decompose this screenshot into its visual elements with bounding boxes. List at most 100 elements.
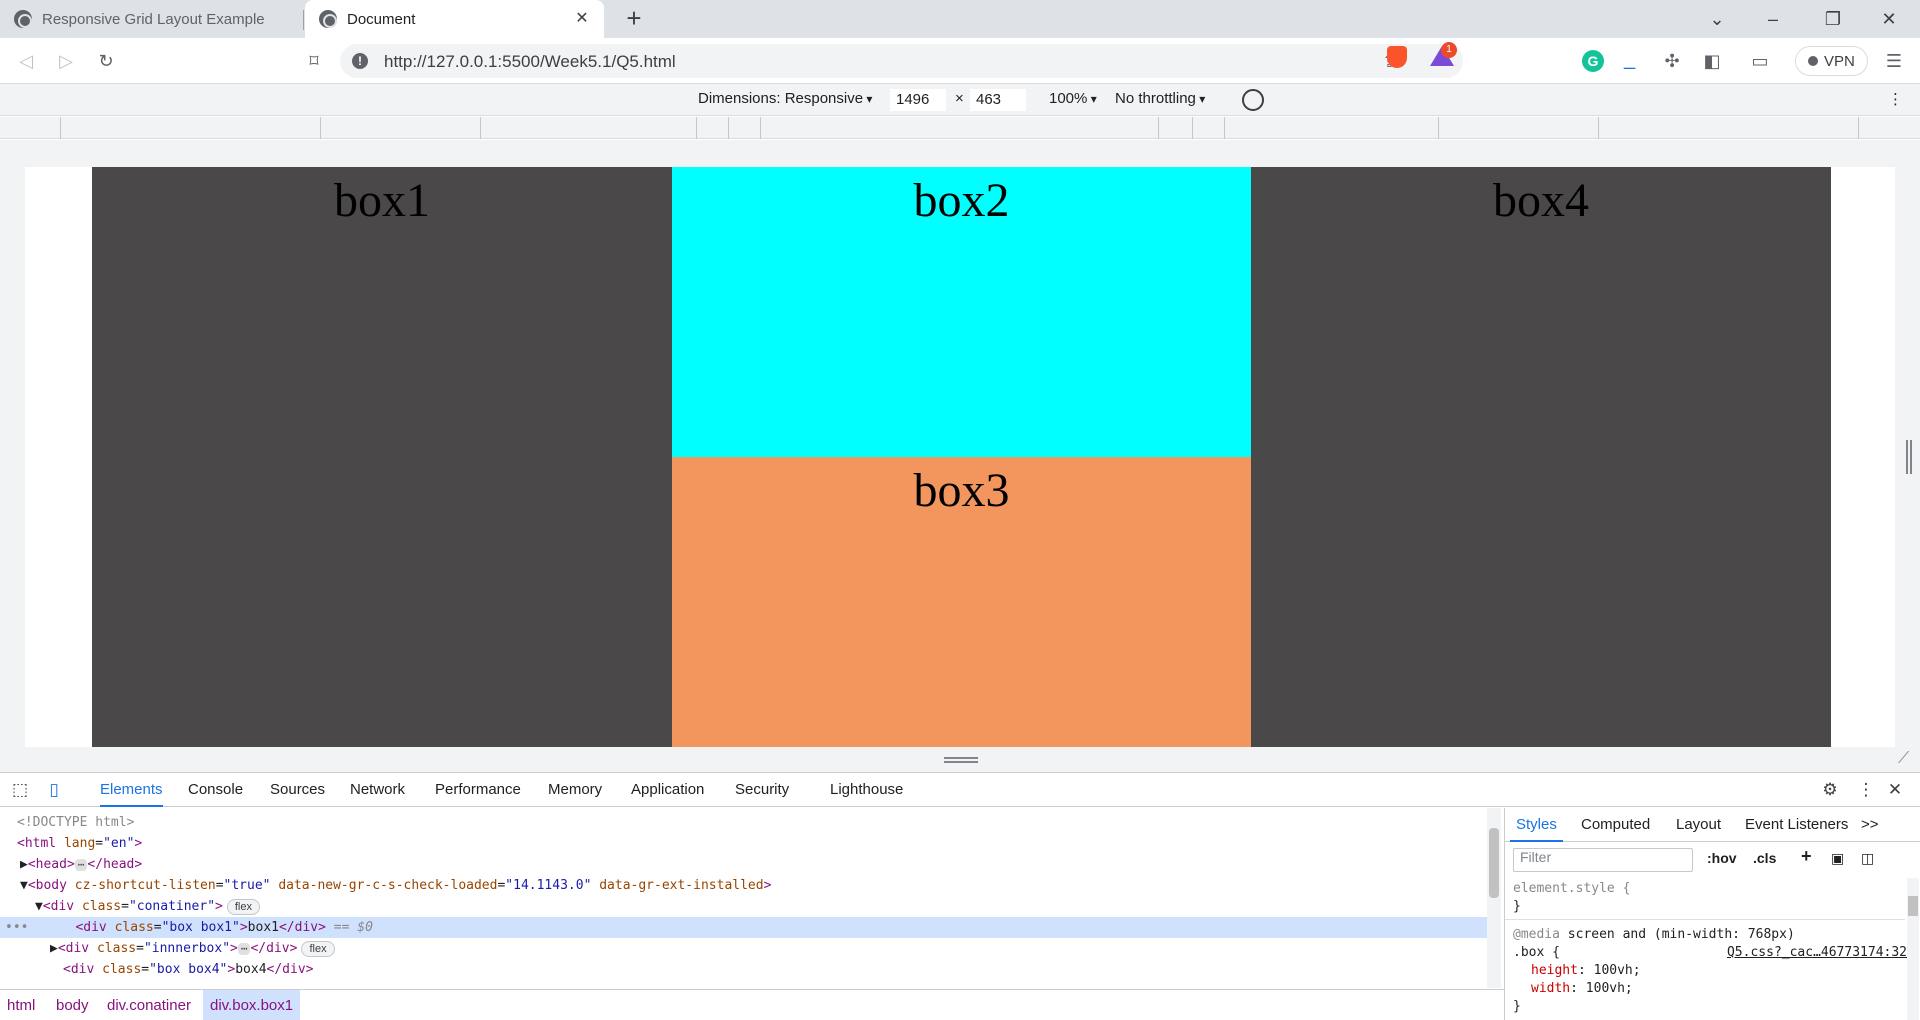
dom-html-node[interactable]: <html lang="en"> — [0, 833, 1487, 854]
tab-elements[interactable]: Elements — [100, 773, 163, 807]
tab-sources[interactable]: Sources — [270, 773, 325, 807]
media-query-ruler[interactable] — [0, 117, 1920, 139]
viewport-width-input[interactable]: 1496 — [890, 89, 946, 111]
collapsed-ellipsis[interactable]: ⋯ — [237, 943, 251, 955]
dom-head-node[interactable]: ▶<head> ⋯ </head> — [0, 854, 1487, 875]
close-window-button[interactable]: ✕ — [1866, 0, 1912, 38]
breadcrumb-html[interactable]: html — [0, 990, 42, 1020]
more-options-icon[interactable]: ⋮ — [1888, 90, 1903, 108]
extensions-puzzle-icon[interactable]: ✣ — [1658, 47, 1686, 75]
css-property-value[interactable]: 100vh; — [1586, 981, 1633, 996]
dom-tree[interactable]: <!DOCTYPE html> <html lang="en"> ▶<head>… — [0, 808, 1487, 988]
dom-body-node[interactable]: ▼<body cz-shortcut-listen="true" data-ne… — [0, 875, 1487, 896]
styles-scrollbar[interactable] — [1907, 878, 1919, 1020]
dom-tree-scrollbar[interactable] — [1487, 808, 1501, 988]
css-property-line[interactable]: width: 100vh; — [1513, 980, 1907, 998]
dimensions-dropdown[interactable]: Dimensions: Responsive — [698, 90, 872, 107]
tab-styles[interactable]: Styles — [1510, 808, 1563, 842]
styles-filter-input[interactable]: Filter — [1513, 848, 1693, 872]
dom-box1-node[interactable]: ••• <div class="box box1">box1</div> == … — [0, 917, 1487, 938]
reload-icon[interactable]: ↻ — [92, 47, 120, 75]
extension-underscore-icon[interactable]: _ — [1624, 48, 1635, 71]
expand-arrow-icon[interactable]: ▶ — [50, 941, 58, 956]
menu-icon[interactable]: ☰ — [1880, 47, 1908, 75]
close-tab-icon[interactable]: ✕ — [572, 9, 592, 29]
collapsed-ellipsis[interactable]: ⋯ — [74, 859, 88, 871]
address-bar[interactable]: ! http://127.0.0.1:5500/Week5.1/Q5.html … — [340, 44, 1463, 78]
css-source-link[interactable]: Q5.css?_cac…46773174:32 — [1727, 944, 1907, 962]
device-toggle-icon[interactable]: ▯ — [44, 780, 64, 800]
settings-gear-icon[interactable]: ⚙ — [1820, 780, 1840, 800]
new-style-rule-icon[interactable]: + — [1801, 846, 1812, 867]
tab-console[interactable]: Console — [188, 773, 243, 807]
forward-arrow-icon[interactable]: ▷ — [52, 47, 80, 75]
hov-toggle[interactable]: :hov — [1707, 850, 1737, 866]
flex-badge[interactable]: flex — [226, 899, 260, 915]
tab-security[interactable]: Security — [735, 773, 789, 807]
wallet-icon[interactable]: ▭ — [1746, 47, 1774, 75]
sidebar-icon[interactable]: ◧ — [1698, 47, 1726, 75]
vpn-button[interactable]: VPN — [1795, 46, 1868, 76]
tag-name: </div> — [266, 962, 314, 977]
css-property-name[interactable]: width — [1531, 981, 1570, 996]
breadcrumb-body[interactable]: body — [49, 990, 96, 1020]
element-style-selector[interactable]: element.style { — [1513, 880, 1907, 898]
expand-arrow-icon[interactable]: ▶ — [20, 857, 28, 872]
tab-lighthouse[interactable]: Lighthouse — [830, 773, 903, 807]
tab-event-listeners[interactable]: Event Listeners — [1745, 808, 1848, 842]
tab-performance[interactable]: Performance — [435, 773, 521, 807]
paint-brush-icon[interactable]: ▣ — [1831, 850, 1844, 867]
dom-innerbox-node[interactable]: ▶<div class="innnerbox"> ⋯ </div> flex — [0, 938, 1487, 959]
bookmark-icon[interactable]: ⌑ — [300, 47, 328, 75]
css-property-name[interactable]: height — [1531, 963, 1578, 978]
toggle-sidebar-icon[interactable]: ◫ — [1861, 850, 1874, 867]
media-keyword: @media — [1513, 927, 1560, 942]
collapse-arrow-icon[interactable]: ▼ — [35, 899, 43, 914]
inspect-element-icon[interactable]: ⬚ — [10, 780, 30, 800]
device-toolbar: Dimensions: Responsive 1496 × 463 100% N… — [0, 84, 1920, 116]
grammarly-extension-icon[interactable]: G — [1582, 50, 1604, 72]
dom-box4-node[interactable]: <div class="box box4">box4</div> — [0, 959, 1487, 980]
tab-layout[interactable]: Layout — [1676, 808, 1721, 842]
css-property-line[interactable]: height: 100vh; — [1513, 962, 1907, 980]
viewport-height-input[interactable]: 463 — [970, 89, 1026, 111]
throttling-dropdown[interactable]: No throttling — [1115, 90, 1205, 107]
breadcrumb-container[interactable]: div.conatiner — [100, 990, 198, 1020]
brave-shields-icon[interactable] — [1387, 46, 1407, 68]
flex-badge[interactable]: flex — [301, 941, 335, 957]
viewport-resize-corner[interactable]: ⟋ — [1898, 750, 1909, 768]
viewport-resize-handle-right[interactable] — [1906, 440, 1912, 474]
scrollbar-thumb[interactable] — [1489, 828, 1499, 898]
tab-network[interactable]: Network — [350, 773, 405, 807]
dom-doctype[interactable]: <!DOCTYPE html> — [0, 812, 1487, 833]
scrollbar-thumb[interactable] — [1908, 896, 1918, 916]
node-text: box1 — [247, 920, 279, 935]
back-arrow-icon[interactable]: ◁ — [12, 47, 40, 75]
new-tab-button[interactable]: + — [620, 5, 648, 33]
breadcrumb-box1[interactable]: div.box.box1 — [203, 990, 301, 1020]
box-selector-line[interactable]: .box { Q5.css?_cac…46773174:32 — [1513, 944, 1907, 962]
collapse-arrow-icon[interactable]: ▼ — [20, 878, 28, 893]
css-selector[interactable]: .box { — [1513, 945, 1560, 960]
minimize-button[interactable]: – — [1750, 0, 1796, 38]
gutter-dots[interactable]: ••• — [5, 920, 28, 935]
zoom-dropdown[interactable]: 100% — [1049, 90, 1097, 107]
dom-container-node[interactable]: ▼<div class="conatiner"> flex — [0, 896, 1487, 917]
tab-memory[interactable]: Memory — [548, 773, 602, 807]
devtools-menu-icon[interactable]: ⋮ — [1856, 780, 1876, 800]
cls-toggle[interactable]: .cls — [1753, 850, 1776, 866]
maximize-button[interactable]: ❐ — [1810, 0, 1856, 38]
browser-tab-responsive-grid[interactable]: Responsive Grid Layout Example — [0, 0, 303, 38]
tab-application[interactable]: Application — [631, 773, 704, 807]
url-text[interactable]: http://127.0.0.1:5500/Week5.1/Q5.html — [384, 52, 676, 72]
css-property-value[interactable]: 100vh; — [1594, 963, 1641, 978]
attr-name: cz-shortcut-listen — [74, 878, 216, 893]
tab-search-icon[interactable]: ⌄ — [1694, 0, 1740, 38]
rotate-icon[interactable] — [1242, 89, 1264, 111]
tab-computed[interactable]: Computed — [1581, 808, 1650, 842]
close-devtools-icon[interactable]: ✕ — [1885, 780, 1905, 800]
viewport-resize-handle-bottom[interactable] — [944, 757, 978, 763]
site-info-icon[interactable]: ! — [352, 53, 368, 69]
more-tabs-chevron-icon[interactable]: >> — [1861, 808, 1879, 842]
browser-tab-document[interactable]: Document ✕ — [305, 0, 604, 38]
